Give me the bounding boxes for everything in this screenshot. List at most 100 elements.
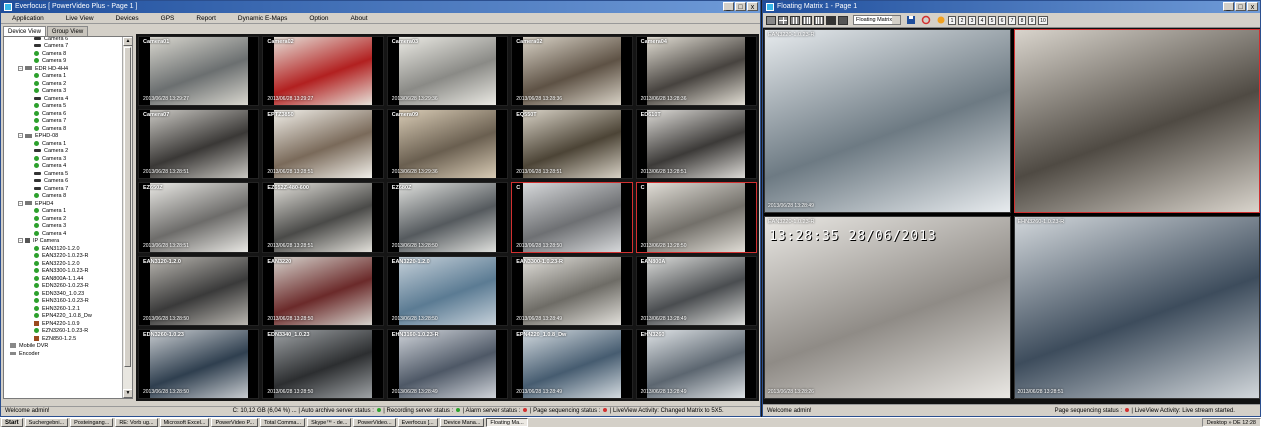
camera-tile[interactable]: Camera07 2013/06/28 13:28:51 bbox=[138, 109, 260, 180]
tree-item[interactable]: Camera 8 bbox=[4, 193, 122, 201]
camera-tile[interactable]: EQ550T 2013/06/28 13:28:51 bbox=[511, 109, 633, 180]
tab-device-view[interactable]: Device View bbox=[3, 26, 46, 36]
minimize-button[interactable]: _ bbox=[723, 2, 734, 11]
camera-tile[interactable]: Camera09 2013/06/28 13:29:36 bbox=[386, 109, 509, 180]
tree-item[interactable]: EAN3300-1.0.23-R bbox=[4, 268, 122, 276]
menu-option[interactable]: Option bbox=[298, 13, 339, 24]
scroll-down-button[interactable]: ▼ bbox=[123, 389, 132, 398]
maximize-button[interactable]: □ bbox=[735, 2, 746, 11]
page-button-7[interactable]: 7 bbox=[1008, 15, 1016, 25]
page-button-3[interactable]: 3 bbox=[968, 15, 976, 25]
camera-tile[interactable]: Camera03 2013/06/28 13:29:36 bbox=[386, 36, 509, 107]
tree-item[interactable]: Camera 3 bbox=[4, 223, 122, 231]
camera-tile[interactable]: Camera04 2013/06/28 13:28:36 bbox=[635, 36, 757, 107]
start-button[interactable]: Start bbox=[1, 418, 23, 427]
layout-4x4-icon[interactable] bbox=[802, 15, 812, 25]
camera-tile[interactable]: C 2013/06/28 13:28:50 bbox=[511, 182, 633, 253]
tree-item[interactable]: Camera 3 bbox=[4, 88, 122, 96]
tree-item[interactable]: EPN4220-1.0.9 bbox=[4, 321, 122, 329]
menu-live-view[interactable]: Live View bbox=[55, 13, 105, 24]
tree-item[interactable]: Camera 7 bbox=[4, 186, 122, 194]
tree-item[interactable]: Camera 1 bbox=[4, 141, 122, 149]
page-button-10[interactable]: 10 bbox=[1038, 15, 1048, 25]
layout-5x5-icon[interactable] bbox=[814, 15, 824, 25]
sequence-icon[interactable] bbox=[936, 15, 946, 25]
tree-item[interactable]: Camera 4 bbox=[4, 231, 122, 239]
tree-item[interactable]: EHN3260-1.2.1 bbox=[4, 306, 122, 314]
tree-expander-icon[interactable]: − bbox=[18, 133, 23, 139]
tree-item[interactable]: Camera 5 bbox=[4, 103, 122, 111]
close-button[interactable]: x bbox=[1247, 2, 1258, 11]
camera-tile[interactable]: 13:28:35 28/06/2013 EAN3220-1.0.23-R 2013/… bbox=[764, 215, 1011, 399]
taskbar-item[interactable]: Skype™ - de... bbox=[307, 418, 352, 427]
scroll-thumb[interactable] bbox=[124, 47, 131, 367]
tree-expander-icon[interactable]: − bbox=[18, 65, 23, 71]
tree-item[interactable]: EDN3340_1.0.23 bbox=[4, 291, 122, 299]
page-button-4[interactable]: 4 bbox=[978, 15, 986, 25]
tree-item[interactable]: EHN3160-1.0.23-R bbox=[4, 298, 122, 306]
refresh-icon[interactable] bbox=[921, 15, 931, 25]
camera-tile[interactable]: EAN3220-1.0.23-R 2013/06/28 13:28:49 bbox=[764, 29, 1011, 213]
camera-tile[interactable]: EAN3300-1.0.23-R 2013/06/28 13:28:49 bbox=[511, 255, 633, 326]
save-icon[interactable] bbox=[906, 15, 916, 25]
page-button-8[interactable]: 8 bbox=[1018, 15, 1026, 25]
tree-item[interactable]: EAN3220-1.2.0 bbox=[4, 261, 122, 269]
camera-tile[interactable]: EPTZ3850 2013/06/28 13:28:51 bbox=[262, 109, 384, 180]
camera-tile[interactable]: EAN3220-1.2.0 2013/06/28 13:28:50 bbox=[386, 255, 509, 326]
taskbar-item[interactable]: RE: Vorb ug... bbox=[115, 418, 158, 427]
tree-expander-icon[interactable]: − bbox=[18, 238, 23, 244]
page-button-9[interactable]: 9 bbox=[1028, 15, 1036, 25]
menu-dynamic-emaps[interactable]: Dynamic E-Maps bbox=[227, 13, 298, 24]
tree-item[interactable]: Camera 6 bbox=[4, 37, 122, 43]
tree-item[interactable]: Camera 6 bbox=[4, 111, 122, 119]
page-button-5[interactable]: 5 bbox=[988, 15, 996, 25]
tree-item[interactable]: EDN3260-1.0.23-R bbox=[4, 283, 122, 291]
taskbar-item[interactable]: Posteingang... bbox=[70, 418, 114, 427]
tree-expander-icon[interactable]: − bbox=[18, 200, 23, 206]
maximize-button[interactable]: □ bbox=[1235, 2, 1246, 11]
tree-item[interactable]: − EDR HD-4H4 bbox=[4, 66, 122, 74]
close-button[interactable]: x bbox=[747, 2, 758, 11]
tree-item[interactable]: Camera 8 bbox=[4, 51, 122, 59]
tree-item[interactable]: EPN4220_1.0.8_Dw bbox=[4, 313, 122, 321]
tree-item[interactable]: − IP Camera bbox=[4, 238, 122, 246]
page-button-2[interactable]: 2 bbox=[958, 15, 966, 25]
tree-item[interactable]: Camera 1 bbox=[4, 208, 122, 216]
matrix-select[interactable]: Floating Matrix 1 bbox=[853, 15, 901, 25]
camera-tile[interactable]: EHN3160-1.0.23-R 2013/06/28 13:28:49 bbox=[386, 328, 509, 399]
menu-report[interactable]: Report bbox=[185, 13, 227, 24]
taskbar-item[interactable]: Everfocus [... bbox=[397, 418, 438, 427]
tree-item[interactable]: EAN3120-1.2.0 bbox=[4, 246, 122, 254]
tree-item[interactable]: Camera 7 bbox=[4, 43, 122, 51]
camera-tile[interactable]: EAN3220 2013/06/28 13:28:50 bbox=[262, 255, 384, 326]
taskbar-item[interactable]: Device Mana... bbox=[439, 418, 485, 427]
tree-item[interactable]: Camera 6 bbox=[4, 178, 122, 186]
page-button-1[interactable]: 1 bbox=[948, 15, 956, 25]
tree-item[interactable]: Camera 1 bbox=[4, 73, 122, 81]
layout-1x1-icon[interactable] bbox=[766, 15, 776, 25]
camera-tile[interactable]: C 2013/06/28 13:28:50 bbox=[635, 182, 757, 253]
tree-item[interactable]: Camera 2 bbox=[4, 81, 122, 89]
layout-custom-icon[interactable] bbox=[826, 15, 836, 25]
tree-item[interactable]: Camera 3 bbox=[4, 156, 122, 164]
tree-item[interactable]: Camera 8 bbox=[4, 126, 122, 134]
tree-item[interactable]: EZN850-1.2.5 bbox=[4, 336, 122, 344]
taskbar-item[interactable]: PowerVideo P... bbox=[211, 418, 259, 427]
camera-tile[interactable]: EAN800A 2013/06/28 13:28:49 bbox=[635, 255, 757, 326]
tree-item[interactable]: − EPHD-08 bbox=[4, 133, 122, 141]
taskbar-item[interactable]: Floating Ma... bbox=[486, 418, 528, 427]
tree-item[interactable]: Camera 2 bbox=[4, 148, 122, 156]
camera-tile[interactable]: EDN3260-1.0.23 2013/06/28 13:28:50 bbox=[138, 328, 260, 399]
tree-item[interactable]: Encoder bbox=[4, 351, 122, 359]
camera-tile[interactable]: EPN4220_1.0.8_Dw 2013/06/28 13:28:49 bbox=[511, 328, 633, 399]
camera-tile[interactable]: EZ650Z 2013/06/28 13:28:51 bbox=[138, 182, 260, 253]
tree-item[interactable]: Camera 7 bbox=[4, 118, 122, 126]
menu-gps[interactable]: GPS bbox=[150, 13, 186, 24]
camera-tile[interactable]: EHN3260 2013/06/28 13:28:49 bbox=[635, 328, 757, 399]
page-button-6[interactable]: 6 bbox=[998, 15, 1006, 25]
tree-item[interactable]: Mobile DVR bbox=[4, 343, 122, 351]
camera-tile[interactable]: EAN3120-1.2.0 2013/06/28 13:28:50 bbox=[138, 255, 260, 326]
minimize-button[interactable]: _ bbox=[1223, 2, 1234, 11]
taskbar-item[interactable]: Microsoft Excel... bbox=[159, 418, 210, 427]
camera-tile[interactable]: Camera02 2013/06/28 13:28:36 bbox=[511, 36, 633, 107]
